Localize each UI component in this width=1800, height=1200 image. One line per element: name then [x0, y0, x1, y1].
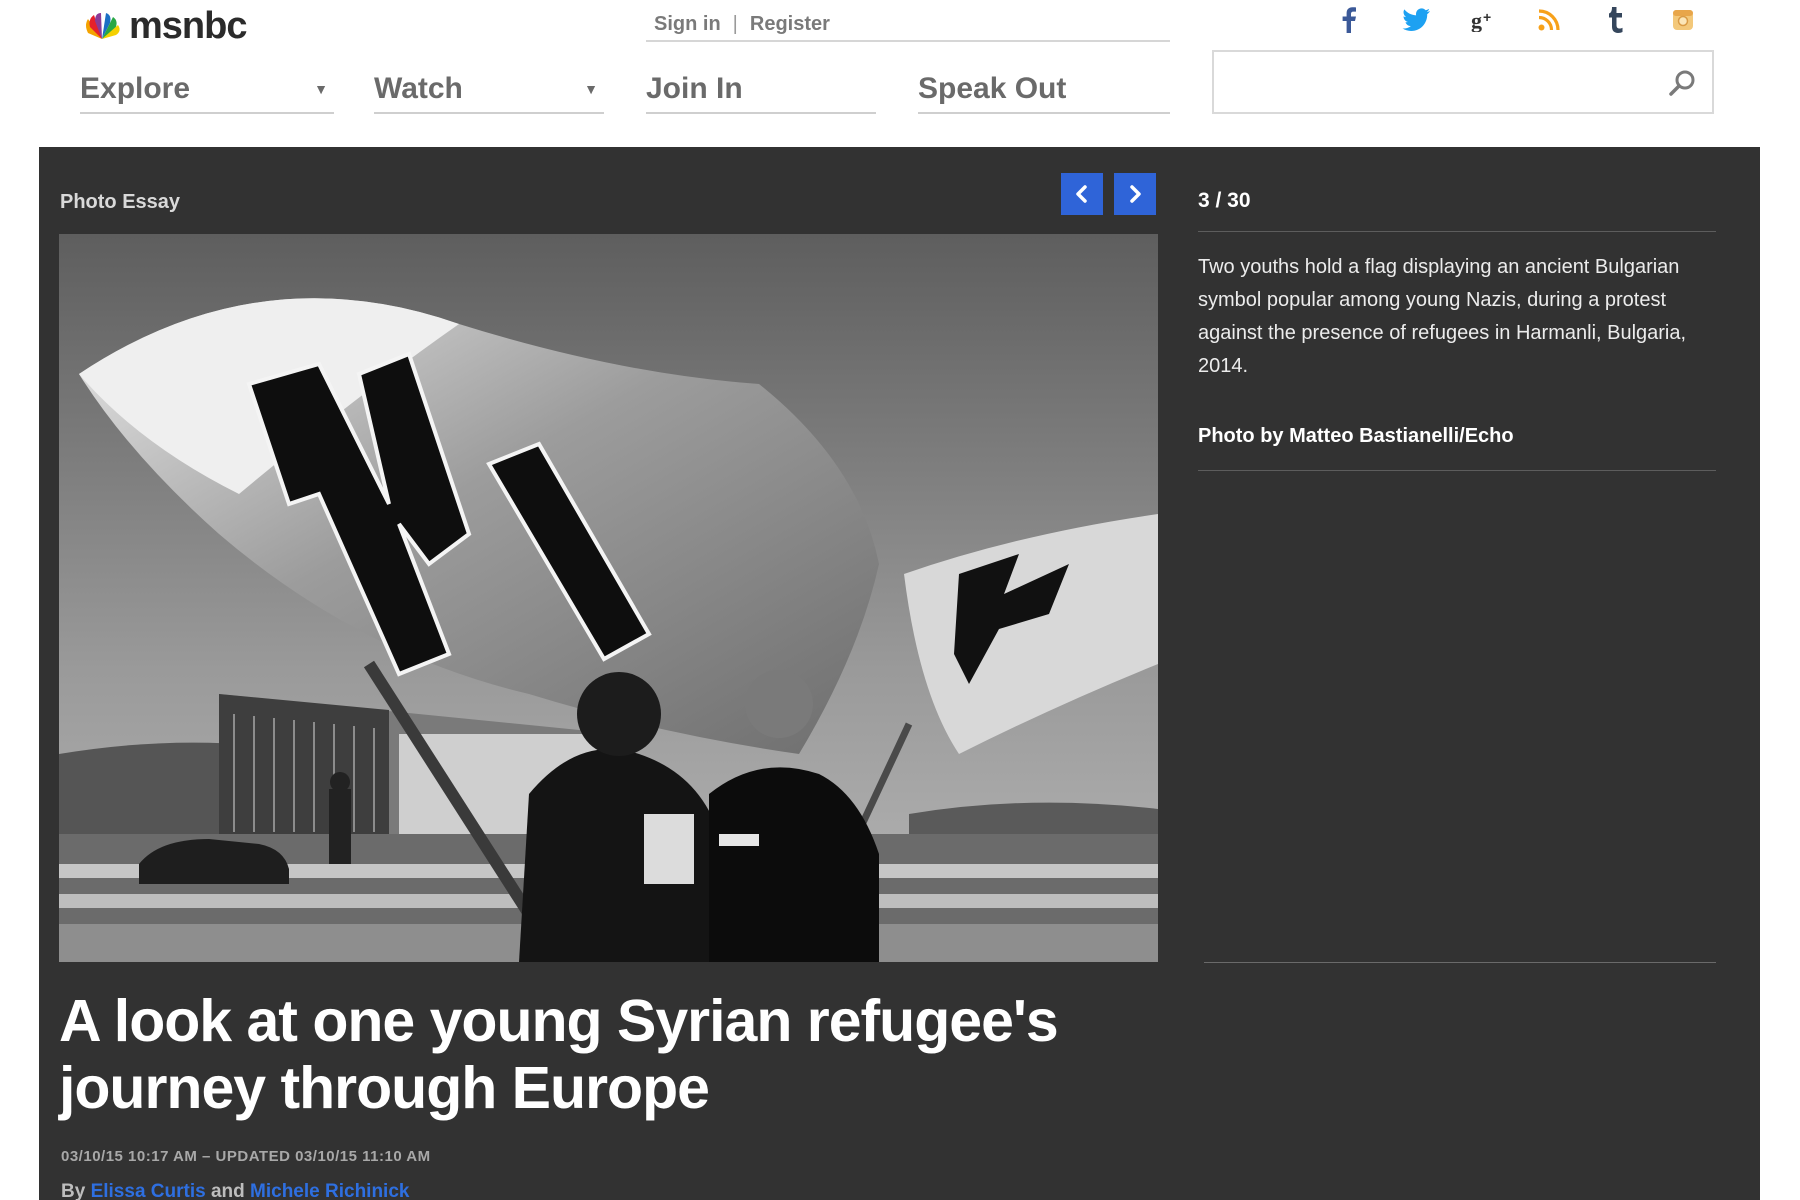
- chevron-down-icon: ▼: [584, 81, 598, 97]
- brand-wordmark: msnbc: [129, 4, 247, 47]
- nav-join-in[interactable]: Join In: [646, 66, 876, 114]
- search-box: [1212, 50, 1714, 114]
- svg-text:g: g: [1471, 8, 1482, 32]
- auth-links: Sign in | Register: [646, 8, 1170, 42]
- twitter-icon[interactable]: [1383, 2, 1450, 38]
- search-icon[interactable]: [1668, 68, 1698, 98]
- svg-text:+: +: [1483, 9, 1491, 25]
- peacock-icon: [86, 13, 120, 39]
- social-links: g +: [1316, 2, 1716, 38]
- section-label: Photo Essay: [60, 191, 181, 213]
- article-headline: A look at one young Syrian refugee's jou…: [59, 988, 1059, 1121]
- photo-credit: Photo by Matteo Bastianelli/Echo: [1198, 425, 1514, 447]
- tumblr-icon[interactable]: [1583, 2, 1650, 38]
- author-link-michele-richinick[interactable]: Michele Richinick: [250, 1181, 409, 1200]
- gallery-photo[interactable]: [59, 234, 1158, 962]
- chevron-left-icon: [1076, 185, 1087, 203]
- chevron-right-icon: [1130, 185, 1141, 203]
- divider: [1198, 231, 1716, 232]
- chevron-down-icon: ▼: [314, 81, 328, 97]
- auth-separator: |: [732, 12, 738, 35]
- instagram-icon[interactable]: [1649, 2, 1716, 38]
- byline-by: By: [61, 1181, 86, 1200]
- photo-counter: 3 / 30: [1198, 189, 1251, 212]
- divider: [1198, 470, 1716, 471]
- nav-explore[interactable]: Explore ▼: [80, 66, 334, 114]
- nav-speak-out-label: Speak Out: [918, 72, 1067, 105]
- photo-gallery: Photo Essay 3 / 30 Two youths hold a fla…: [39, 147, 1760, 1200]
- search-input[interactable]: [1224, 62, 1644, 102]
- nav-speak-out[interactable]: Speak Out: [918, 66, 1170, 114]
- register-link[interactable]: Register: [750, 13, 830, 36]
- byline-and: and: [210, 1181, 245, 1200]
- rss-icon[interactable]: [1516, 2, 1583, 38]
- author-link-elissa-curtis[interactable]: Elissa Curtis: [91, 1181, 206, 1200]
- article-byline: By Elissa Curtis and Michele Richinick: [61, 1181, 409, 1200]
- article-timestamp: 03/10/15 10:17 AM – UPDATED 03/10/15 11:…: [61, 1148, 431, 1165]
- nav-watch-label: Watch: [374, 72, 463, 105]
- nav-watch[interactable]: Watch ▼: [374, 66, 604, 114]
- site-header: msnbc Sign in | Register g + Explore ▼ Wa…: [0, 0, 1800, 147]
- sign-in-link[interactable]: Sign in: [654, 13, 721, 36]
- previous-photo-button[interactable]: [1061, 173, 1103, 215]
- msnbc-logo[interactable]: msnbc: [80, 4, 247, 47]
- nav-join-in-label: Join In: [646, 72, 743, 105]
- divider: [1204, 962, 1716, 963]
- next-photo-button[interactable]: [1114, 173, 1156, 215]
- google-plus-icon[interactable]: g +: [1449, 2, 1516, 38]
- facebook-icon[interactable]: [1316, 2, 1383, 38]
- photo-caption: Two youths hold a flag displaying an anc…: [1198, 256, 1687, 377]
- nav-explore-label: Explore: [80, 72, 191, 105]
